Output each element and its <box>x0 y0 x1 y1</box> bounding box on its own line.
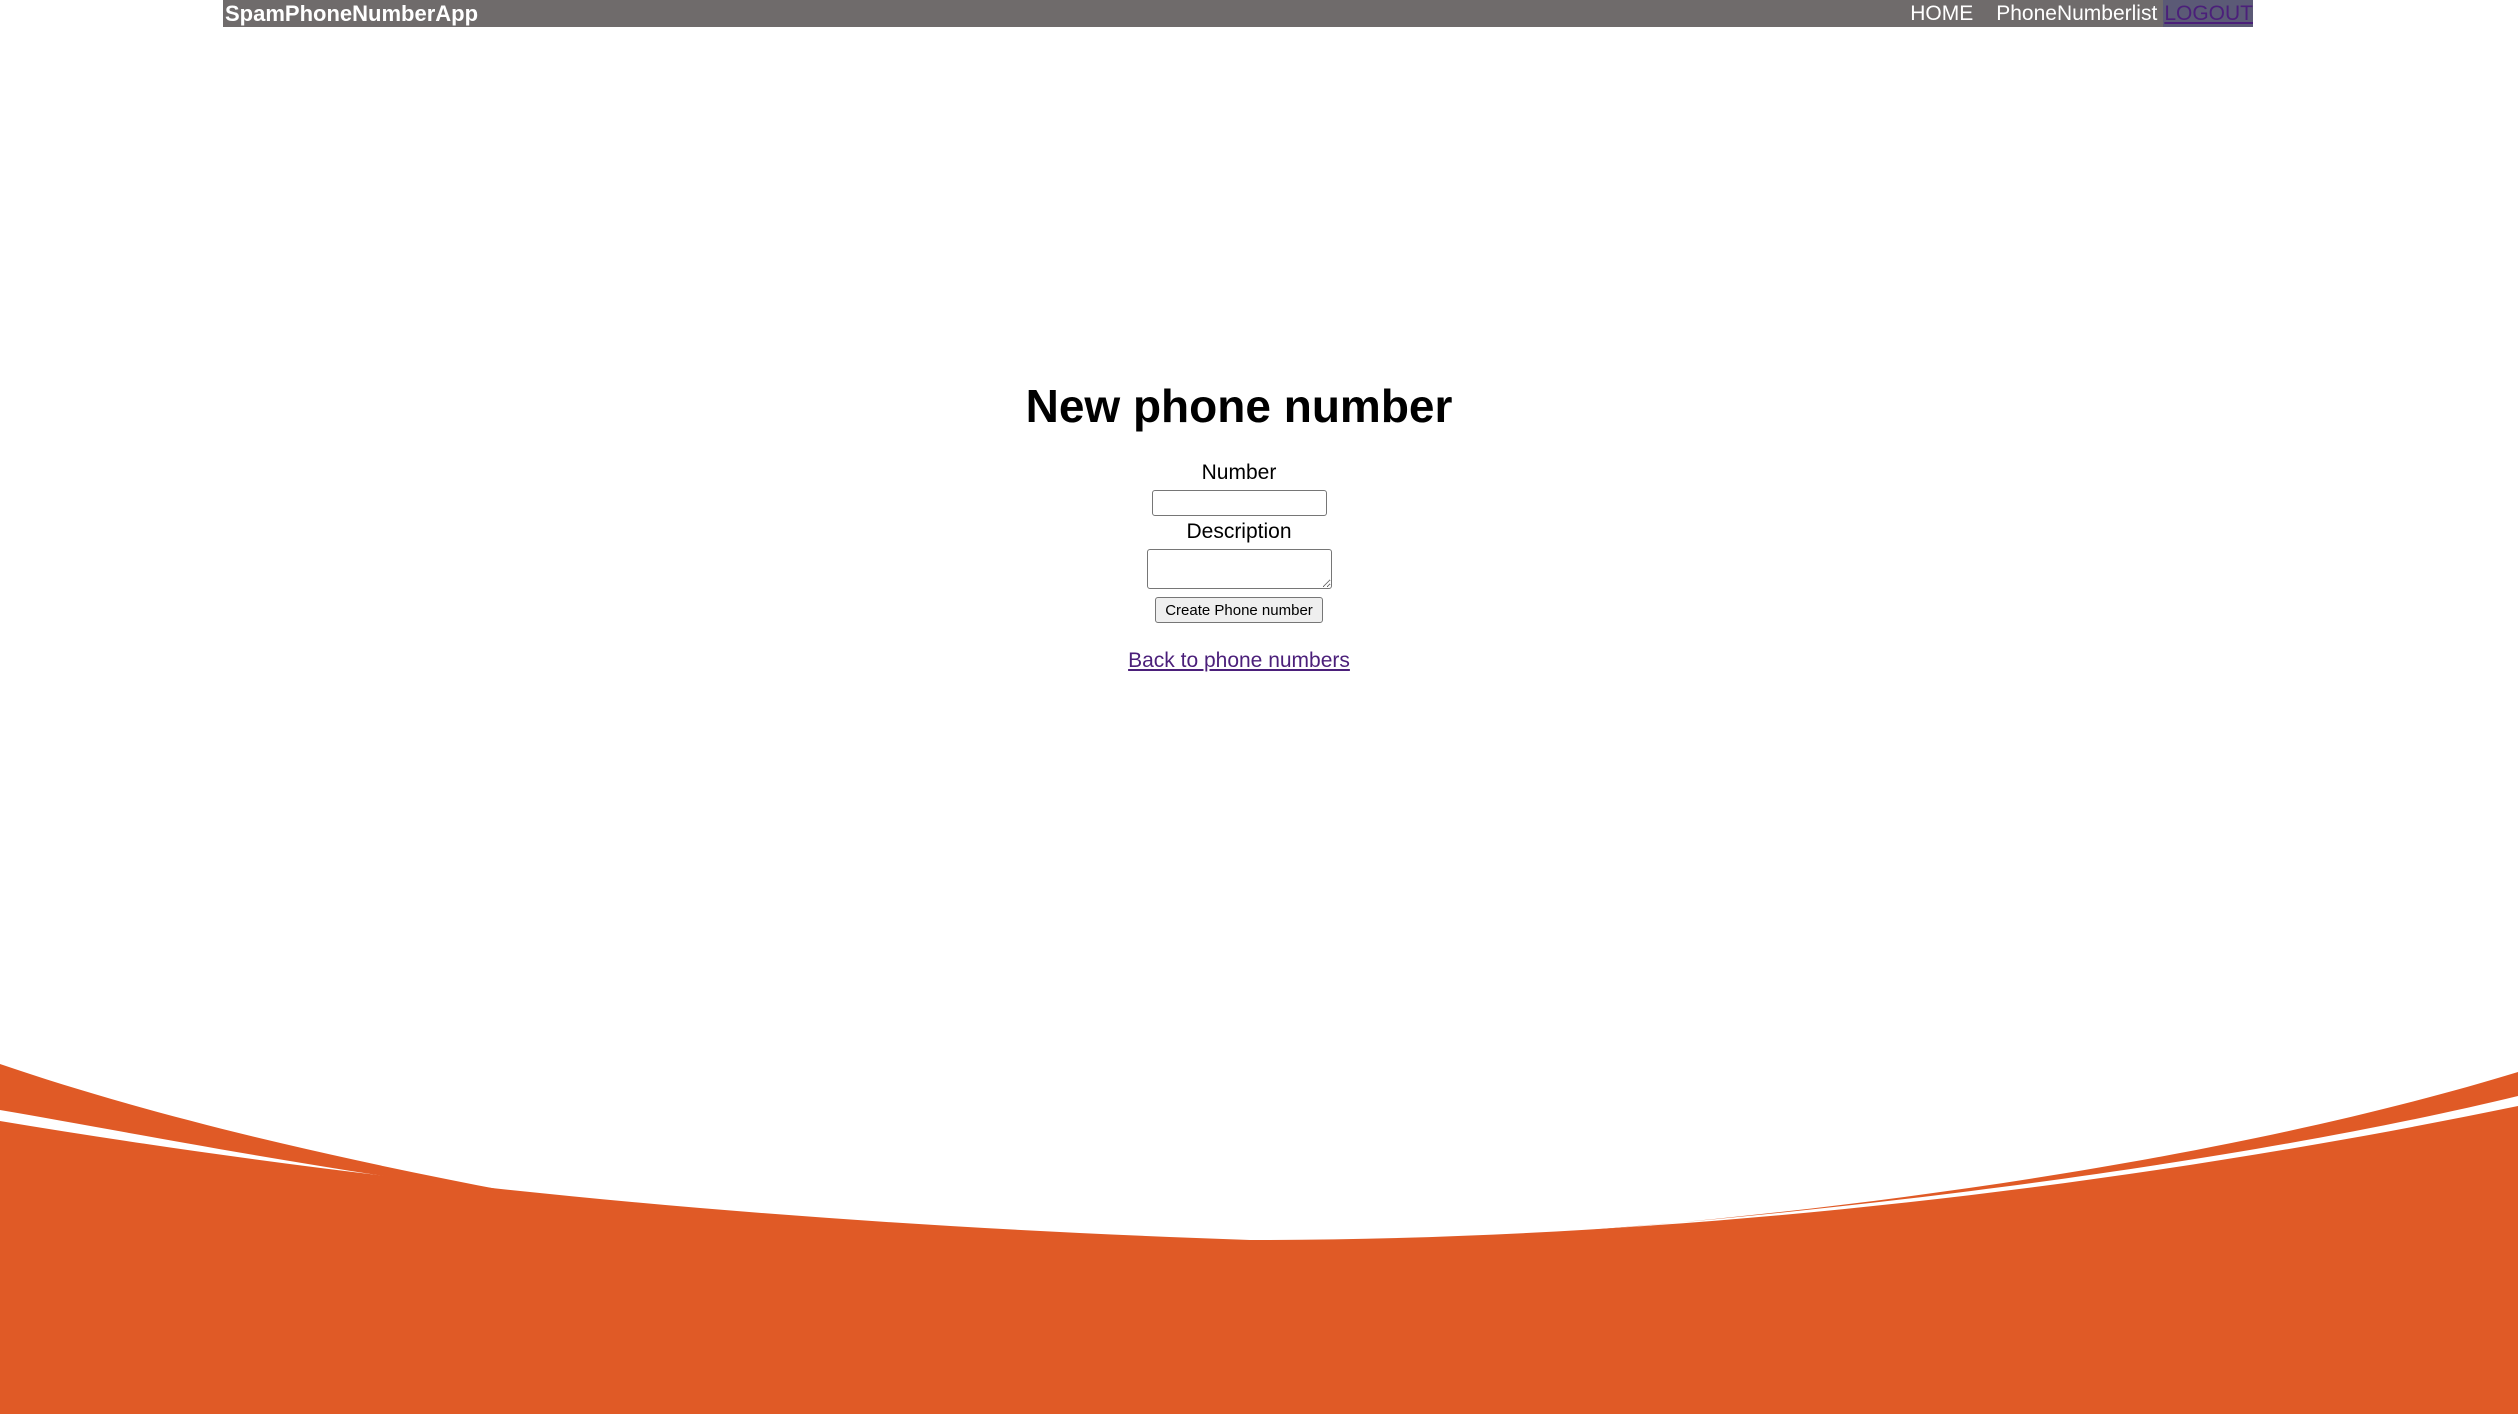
page: SpamPhoneNumberApp HOME PhoneNumberlist … <box>0 0 2518 1414</box>
nav-links: HOME PhoneNumberlist LOGOUT <box>1910 0 2253 27</box>
nav-home-link[interactable]: HOME <box>1910 0 1973 27</box>
number-label: Number <box>1201 461 1277 484</box>
new-phone-number-form: Number Description Create Phone number <box>0 460 2478 623</box>
decorative-orange-wave <box>0 1064 2518 1414</box>
brand-logo-link[interactable]: SpamPhoneNumberApp <box>223 0 478 27</box>
back-to-phone-numbers-link[interactable]: Back to phone numbers <box>1128 649 1350 673</box>
number-input[interactable] <box>1151 490 1327 516</box>
nav-phone-number-list-link[interactable]: PhoneNumberlist <box>1996 0 2157 27</box>
description-textarea[interactable] <box>1146 549 1332 589</box>
description-label: Description <box>1186 520 1292 543</box>
nav-logout-link[interactable]: LOGOUT <box>2163 0 2253 27</box>
create-phone-number-button[interactable]: Create Phone number <box>1155 597 1323 623</box>
page-title: New phone number <box>1025 380 1453 432</box>
wave-main-body <box>0 1106 2518 1414</box>
main-content: New phone number Number Description Crea… <box>0 370 2478 673</box>
top-navbar: SpamPhoneNumberApp HOME PhoneNumberlist … <box>223 0 2253 27</box>
